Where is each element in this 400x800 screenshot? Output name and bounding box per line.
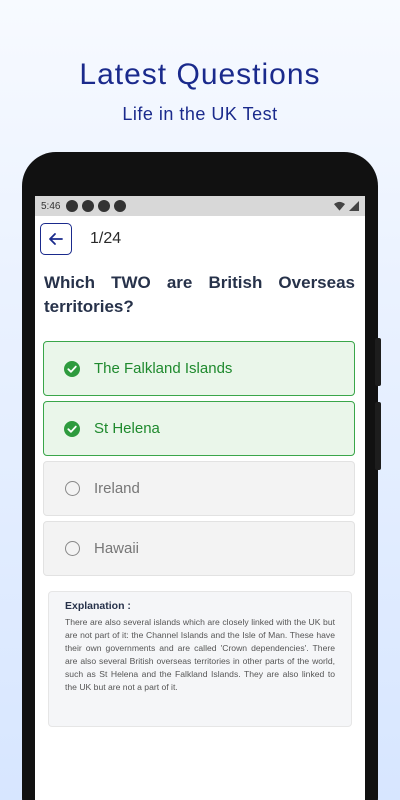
power-button bbox=[375, 402, 381, 470]
back-button[interactable] bbox=[40, 223, 72, 255]
option-3[interactable]: Ireland bbox=[43, 461, 355, 516]
check-circle-icon bbox=[64, 420, 80, 437]
notification-icon bbox=[98, 200, 111, 212]
radio-circle-icon bbox=[64, 541, 80, 557]
promo-subtitle: Life in the UK Test bbox=[122, 104, 278, 124]
app-screen: 5:46 1/24 Which TWO are British Overseas… bbox=[35, 196, 365, 800]
option-label: Ireland bbox=[94, 480, 140, 497]
app-bar: 1/24 bbox=[35, 216, 365, 262]
radio-circle-icon bbox=[64, 481, 80, 497]
explanation-text: There are also several islands which are… bbox=[65, 617, 335, 692]
status-time: 5:46 bbox=[41, 200, 61, 212]
option-1[interactable]: The Falkland Islands bbox=[43, 341, 355, 396]
option-label: The Falkland Islands bbox=[94, 360, 233, 377]
explanation-title: Explanation : bbox=[65, 600, 131, 612]
check-circle-icon bbox=[64, 360, 80, 377]
option-4[interactable]: Hawaii bbox=[43, 521, 355, 576]
promo-title: Latest Questions bbox=[79, 58, 321, 91]
wifi-icon bbox=[334, 201, 345, 211]
option-label: St Helena bbox=[94, 420, 160, 437]
question-counter: 1/24 bbox=[90, 230, 122, 247]
question-text: Which TWO are British Overseas territori… bbox=[44, 273, 355, 316]
notification-icon bbox=[82, 200, 95, 212]
arrow-left-icon bbox=[49, 233, 63, 245]
battery-icon bbox=[349, 201, 359, 211]
option-2[interactable]: St Helena bbox=[43, 401, 355, 456]
notification-icon bbox=[66, 200, 79, 212]
notification-icon bbox=[114, 200, 127, 212]
explanation-box: Explanation : There are also several isl… bbox=[48, 591, 352, 727]
volume-button bbox=[375, 338, 381, 386]
status-bar: 5:46 bbox=[35, 196, 365, 216]
option-label: Hawaii bbox=[94, 540, 140, 557]
